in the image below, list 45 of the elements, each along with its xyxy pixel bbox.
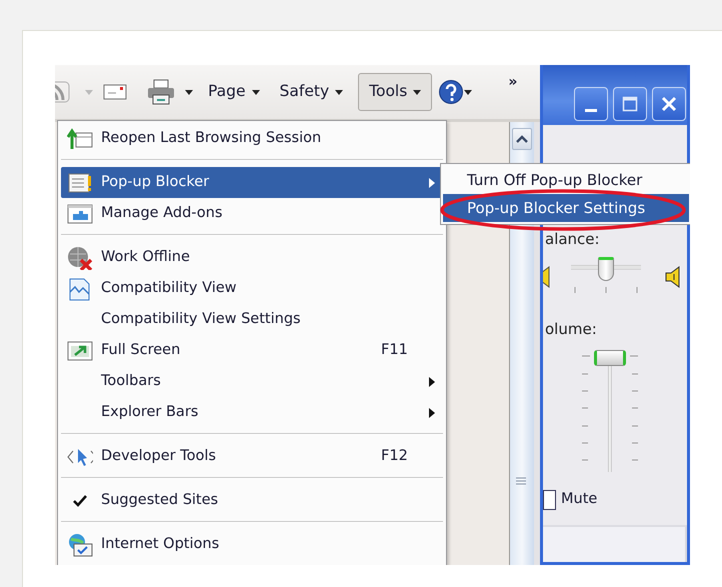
menu-item[interactable]: Developer Tools F12 xyxy=(61,441,443,472)
menu-item[interactable]: Reopen Last Browsing Session xyxy=(61,123,443,154)
volume-label: olume: xyxy=(545,318,598,340)
shortcut-label: F12 xyxy=(381,446,409,466)
toolbar-button[interactable]: Page xyxy=(203,73,265,111)
menu-item[interactable]: Full Screen F11 xyxy=(61,335,443,366)
menu-item[interactable]: Compatibility View Settings xyxy=(61,304,443,335)
close-button[interactable] xyxy=(652,87,686,121)
menu-item[interactable]: Pop-up Blocker Settings xyxy=(443,194,689,222)
dropdown-arrow-icon[interactable] xyxy=(185,90,193,94)
menu-item[interactable]: Pop-up Blocker xyxy=(61,167,443,198)
printer-icon[interactable] xyxy=(147,79,175,105)
menu-item[interactable]: Turn Off Pop-up Blocker xyxy=(443,166,689,194)
reopen-icon xyxy=(67,126,93,150)
toolbar-button[interactable]: Safety xyxy=(274,73,348,111)
minimize-button[interactable] xyxy=(574,87,608,121)
menu-item[interactable]: Explorer Bars xyxy=(61,397,443,428)
grip-icon xyxy=(516,477,526,487)
popup-icon xyxy=(67,170,93,194)
menu-item[interactable]: Internet Options xyxy=(61,529,443,560)
menu-item[interactable]: Manage Add-ons xyxy=(61,198,443,229)
caret-up-icon xyxy=(516,135,528,143)
slider-thumb[interactable] xyxy=(594,350,626,366)
mute-checkbox[interactable] xyxy=(543,490,556,510)
menu-item[interactable]: Toolbars xyxy=(61,366,443,397)
menu-item[interactable]: Compatibility View xyxy=(61,273,443,304)
help-icon[interactable] xyxy=(438,79,472,105)
shortcut-label: F11 xyxy=(381,340,409,360)
menu-item[interactable]: Suggested Sites xyxy=(61,485,443,516)
maximize-button[interactable] xyxy=(613,87,647,121)
slider-thumb[interactable] xyxy=(598,256,614,280)
internet-options-icon xyxy=(67,532,93,556)
maximize-icon xyxy=(622,96,638,112)
menu-item[interactable]: Work Offline xyxy=(61,242,443,273)
full-screen-icon xyxy=(67,338,93,362)
globe-offline-icon xyxy=(67,246,93,270)
overflow-chevron[interactable]: » xyxy=(508,72,518,92)
toolbar-button[interactable]: Tools xyxy=(358,73,432,111)
close-icon xyxy=(660,95,678,113)
minimize-icon xyxy=(585,108,597,112)
balance-label: alance: xyxy=(545,229,601,250)
addons-icon xyxy=(67,202,93,226)
mute-label: Mute xyxy=(561,490,598,509)
mail-icon[interactable] xyxy=(103,83,127,101)
scroll-up-button[interactable] xyxy=(512,128,532,150)
